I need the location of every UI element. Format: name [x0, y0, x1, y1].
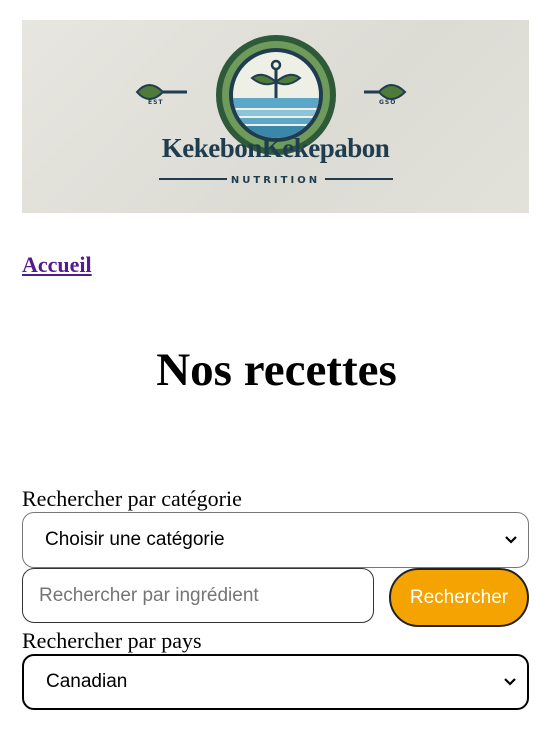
logo-est-right: GSO [379, 99, 397, 106]
search-button[interactable]: Rechercher [389, 568, 529, 627]
country-select-value: Canadian [46, 671, 128, 692]
category-select-value: Choisir une catégorie [45, 529, 225, 550]
ingredient-search-input[interactable] [22, 568, 374, 623]
page-title: Nos recettes [156, 344, 397, 396]
chevron-down-icon [504, 678, 516, 686]
logo-brand-name: KekebonKekepabon [161, 133, 390, 163]
logo-tagline: NUTRITION [230, 175, 321, 186]
category-select[interactable]: Choisir une catégorie [22, 512, 529, 568]
country-select[interactable]: Canadian [22, 654, 529, 710]
country-label: Rechercher par pays [22, 628, 202, 653]
brand-logo: EST GSO KekebonKekepabon NUTRITION [22, 20, 529, 213]
category-label: Rechercher par catégorie [22, 486, 242, 511]
chevron-down-icon [505, 536, 517, 544]
logo-est-left: EST [148, 99, 164, 106]
nav-link-accueil[interactable]: Accueil [22, 252, 92, 278]
